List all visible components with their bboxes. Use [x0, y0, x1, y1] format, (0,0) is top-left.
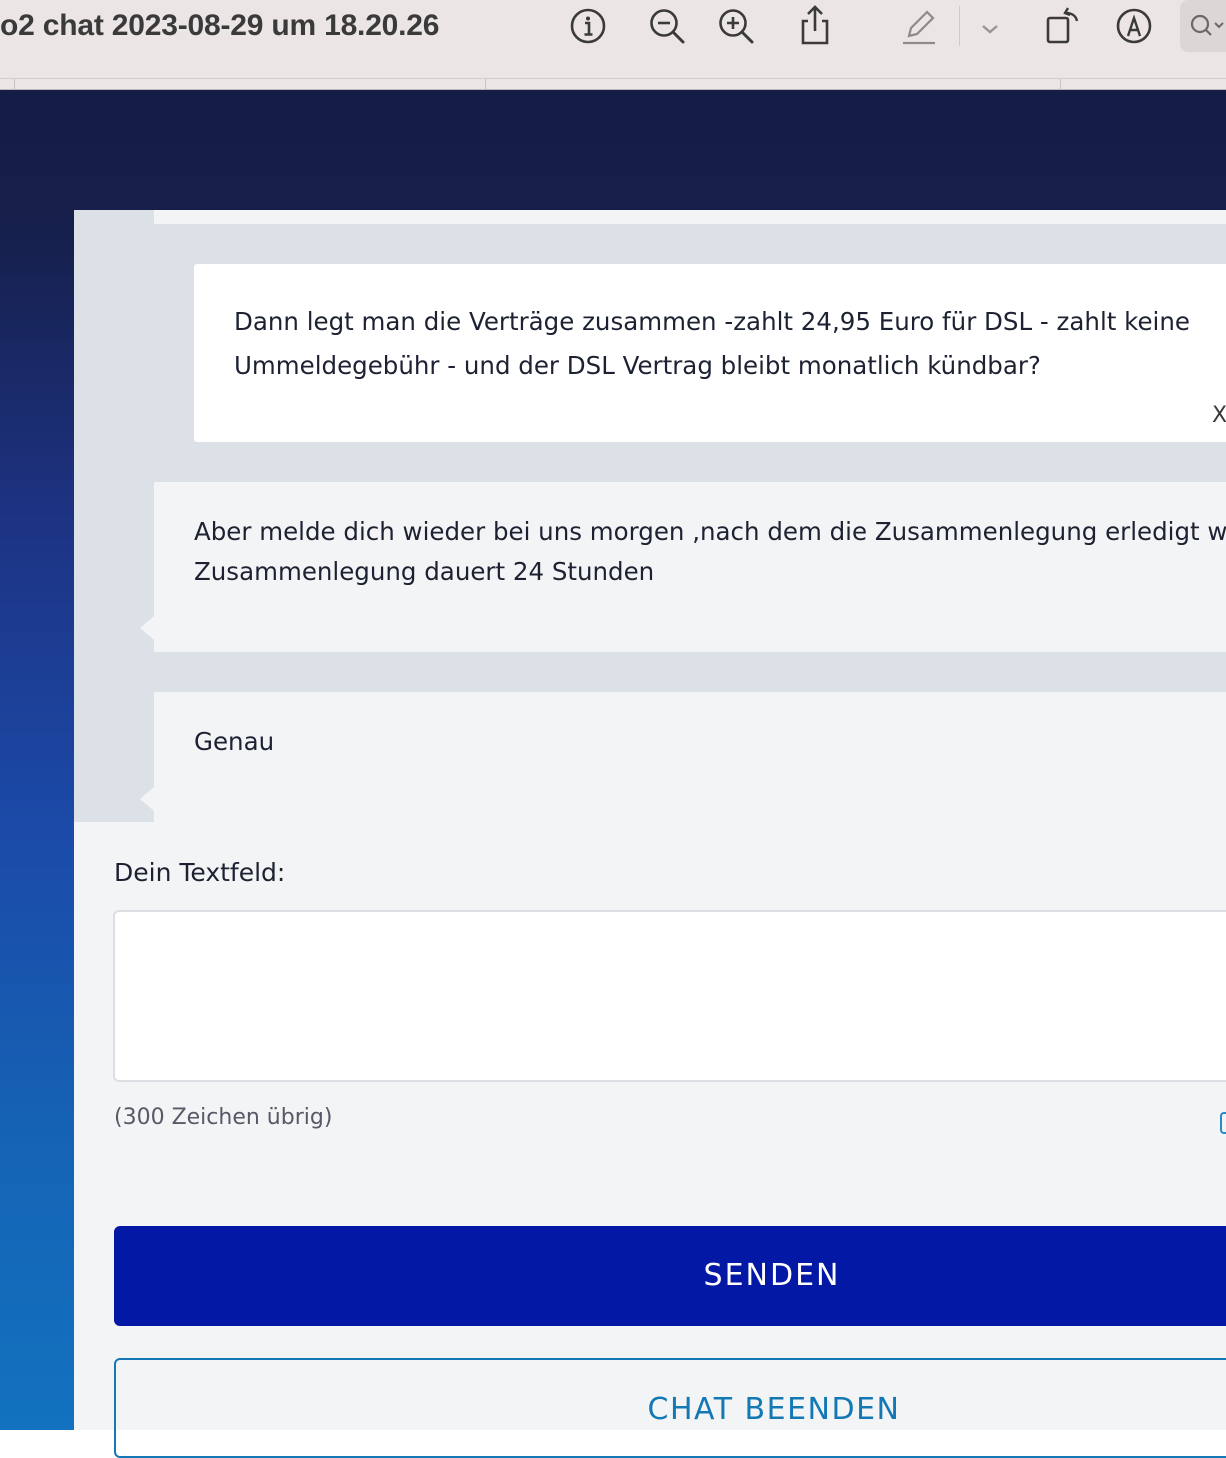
attachment-icon[interactable] [1220, 1112, 1226, 1134]
preview-toolbar: o2 chat 2023-08-29 um 18.20.26 [0, 0, 1226, 79]
share-icon[interactable] [793, 4, 837, 48]
agent-message: Aber melde dich wieder bei uns morgen ,n… [140, 482, 1226, 652]
toolbar-divider [959, 6, 960, 46]
search-button[interactable] [1180, 0, 1226, 52]
search-icon [1190, 14, 1224, 36]
textfield-label: Dein Textfeld: [114, 858, 286, 887]
annotate-icon[interactable] [1112, 4, 1156, 48]
zoom-in-icon[interactable] [714, 4, 758, 48]
remaining-characters: (300 Zeichen übrig) [114, 1105, 333, 1130]
agent-message-line: Aber melde dich wieder bei uns morgen ,n… [194, 517, 1226, 546]
agent-message-text: Genau [194, 727, 275, 756]
end-chat-button[interactable]: CHAT BEENDEN [114, 1358, 1226, 1458]
user-message-text: Dann legt man die Verträge zusammen -zah… [234, 307, 1190, 380]
rotate-icon[interactable] [1040, 4, 1084, 48]
user-message: Dann legt man die Verträge zusammen -zah… [194, 264, 1226, 442]
chevron-down-icon[interactable] [968, 4, 1012, 48]
previous-message-edge [154, 210, 1226, 224]
send-button-label: SENDEN [703, 1258, 841, 1293]
message-close-mark[interactable]: X [1212, 394, 1226, 438]
agent-message: Genau [140, 692, 1226, 822]
info-icon[interactable] [566, 4, 610, 48]
window-title: o2 chat 2023-08-29 um 18.20.26 [0, 9, 440, 42]
markup-pen-icon[interactable] [897, 4, 941, 48]
send-button[interactable]: SENDEN [114, 1226, 1226, 1326]
message-input-wrapper[interactable] [113, 910, 1226, 1082]
message-input[interactable] [115, 912, 1226, 1080]
agent-message-line: Zusammenlegung dauert 24 Stunden [194, 557, 655, 586]
end-chat-button-label: CHAT BEENDEN [647, 1392, 901, 1427]
tab-strip [0, 79, 1226, 90]
zoom-out-icon[interactable] [645, 4, 689, 48]
